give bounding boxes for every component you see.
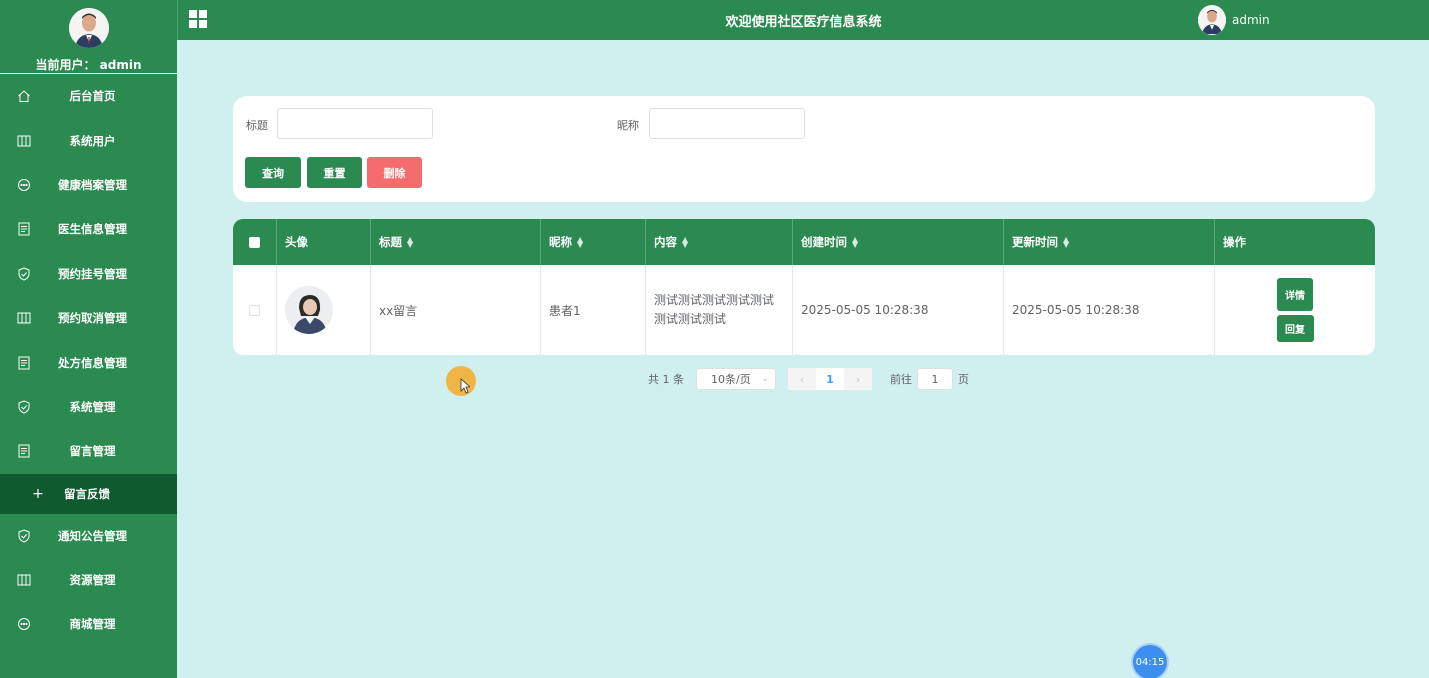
sidebar-item-doctor-info[interactable]: 医生信息管理	[0, 207, 177, 251]
sidebar-item-cancellations[interactable]: 预约取消管理	[0, 296, 177, 340]
avatar-cell	[277, 265, 371, 355]
sort-icon[interactable]: ▲ ▼	[407, 236, 413, 249]
select-all-cell	[233, 219, 277, 265]
shield-icon	[16, 266, 32, 282]
row-select-cell	[233, 265, 277, 355]
col-nickname[interactable]: 昵称 ▲ ▼	[541, 219, 646, 265]
sort-icon[interactable]: ▲ ▼	[682, 236, 688, 249]
columns-icon	[16, 572, 32, 588]
chat-icon	[16, 177, 32, 193]
total-count: 共 1 条	[648, 373, 684, 386]
goto-label: 前往	[890, 373, 912, 386]
timer-badge: 04:15	[1133, 645, 1167, 678]
sidebar-item-home[interactable]: 后台首页	[0, 74, 177, 118]
reply-button[interactable]: 回复	[1276, 315, 1314, 342]
col-actions: 操作	[1223, 235, 1246, 249]
sort-icon[interactable]: ▲ ▼	[852, 236, 858, 249]
prev-page-button[interactable]: ‹	[788, 368, 816, 390]
message-table: 头像 标题 ▲ ▼ 昵称 ▲ ▼ 内容 ▲ ▼ 创建时间 ▲ ▼ 更新时间 ▲ ▼ 操作 xx留言 …	[233, 219, 1375, 355]
mouse-pointer-icon	[460, 378, 470, 394]
sort-icon[interactable]: ▲ ▼	[577, 236, 583, 249]
message-photo	[285, 286, 333, 334]
goto-page-input[interactable]: 1	[917, 368, 953, 390]
topbar: 欢迎使用社区医疗信息系统 admin	[177, 0, 1429, 40]
col-updated[interactable]: 更新时间 ▲ ▼	[1004, 219, 1215, 265]
updated-cell: 2025-05-05 10:28:38	[1004, 265, 1215, 355]
sort-icon[interactable]: ▲ ▼	[1063, 236, 1069, 249]
title-label: 标题	[246, 119, 268, 132]
page-nav: ‹ 1 ›	[788, 368, 872, 390]
col-content-label: 内容	[654, 235, 677, 249]
table-row: xx留言 患者1 测试测试测试测试测试测试测试测试 2025-05-05 10:…	[233, 265, 1375, 355]
title-cell: xx留言	[371, 265, 541, 355]
user-menu[interactable]: admin	[1198, 5, 1270, 35]
current-user-label: 当前用户： admin	[35, 58, 142, 72]
chat-icon	[16, 616, 32, 632]
sidebar-item-appointments[interactable]: 预约挂号管理	[0, 252, 177, 296]
document-icon	[16, 221, 32, 237]
content-cell: 测试测试测试测试测试测试测试测试	[646, 265, 793, 355]
username: admin	[1232, 13, 1270, 27]
sidebar-subitem-label: 留言反馈	[64, 486, 110, 501]
row-checkbox[interactable]	[249, 304, 260, 316]
reset-button[interactable]: 重置	[307, 157, 362, 188]
col-created[interactable]: 创建时间 ▲ ▼	[793, 219, 1004, 265]
document-icon	[16, 443, 32, 459]
col-nickname-label: 昵称	[549, 235, 572, 249]
nickname-label: 昵称	[617, 119, 639, 132]
delete-button[interactable]: 删除	[367, 157, 422, 188]
sidebar-item-prescriptions[interactable]: 处方信息管理	[0, 340, 177, 384]
table-header: 头像 标题 ▲ ▼ 昵称 ▲ ▼ 内容 ▲ ▼ 创建时间 ▲ ▼ 更新时间 ▲ ▼ 操作	[233, 219, 1375, 265]
document-icon	[16, 355, 32, 371]
col-created-label: 创建时间	[801, 235, 847, 249]
col-updated-label: 更新时间	[1012, 235, 1058, 249]
search-panel: 标题 昵称 查询 重置 删除	[233, 96, 1375, 202]
sidebar-item-health-records[interactable]: 健康档案管理	[0, 163, 177, 207]
col-avatar: 头像	[277, 219, 371, 265]
page-suffix: 页	[958, 373, 969, 386]
nickname-cell: 患者1	[541, 265, 646, 355]
sidebar: 当前用户： admin 后台首页 系统用户 健康档案管理 医生信息管理 预约挂号…	[0, 0, 177, 678]
columns-icon	[16, 310, 32, 326]
shield-icon	[16, 399, 32, 415]
cursor-highlight	[446, 366, 476, 396]
nickname-input[interactable]	[649, 108, 805, 139]
admin-avatar	[68, 8, 109, 48]
avatar	[1198, 5, 1226, 35]
home-icon	[16, 88, 32, 104]
col-title[interactable]: 标题 ▲ ▼	[371, 219, 541, 265]
sidebar-subitem-feedback[interactable]: + 留言反馈	[0, 473, 177, 514]
col-content[interactable]: 内容 ▲ ▼	[646, 219, 793, 265]
goto-page: 前往 1 页	[890, 368, 969, 390]
sidebar-item-mall[interactable]: 商城管理	[0, 602, 177, 646]
page-size-select[interactable]: 10条/页 ⌄	[696, 368, 776, 390]
query-button[interactable]: 查询	[245, 157, 301, 188]
sidebar-header: 当前用户： admin	[0, 0, 177, 74]
title-input[interactable]	[277, 108, 433, 139]
chevron-down-icon: ⌄	[761, 374, 769, 384]
page-size-value: 10条/页	[711, 373, 751, 386]
next-page-button[interactable]: ›	[844, 368, 872, 390]
sidebar-item-resources[interactable]: 资源管理	[0, 558, 177, 602]
sidebar-item-system-users[interactable]: 系统用户	[0, 118, 177, 162]
sidebar-item-system-management[interactable]: 系统管理	[0, 385, 177, 429]
actions-cell: 详情 回复	[1215, 265, 1375, 355]
col-title-label: 标题	[379, 235, 402, 249]
created-cell: 2025-05-05 10:28:38	[793, 265, 1004, 355]
sidebar-item-notices[interactable]: 通知公告管理	[0, 514, 177, 558]
select-all-checkbox[interactable]	[249, 236, 260, 248]
sidebar-item-messages[interactable]: 留言管理	[0, 429, 177, 473]
shield-icon	[16, 528, 32, 544]
page-number[interactable]: 1	[816, 368, 844, 390]
detail-button[interactable]: 详情	[1277, 278, 1313, 311]
columns-icon	[16, 133, 32, 149]
pagination: 共 1 条 10条/页 ⌄ ‹ 1 › 前往 1 页	[648, 368, 969, 390]
